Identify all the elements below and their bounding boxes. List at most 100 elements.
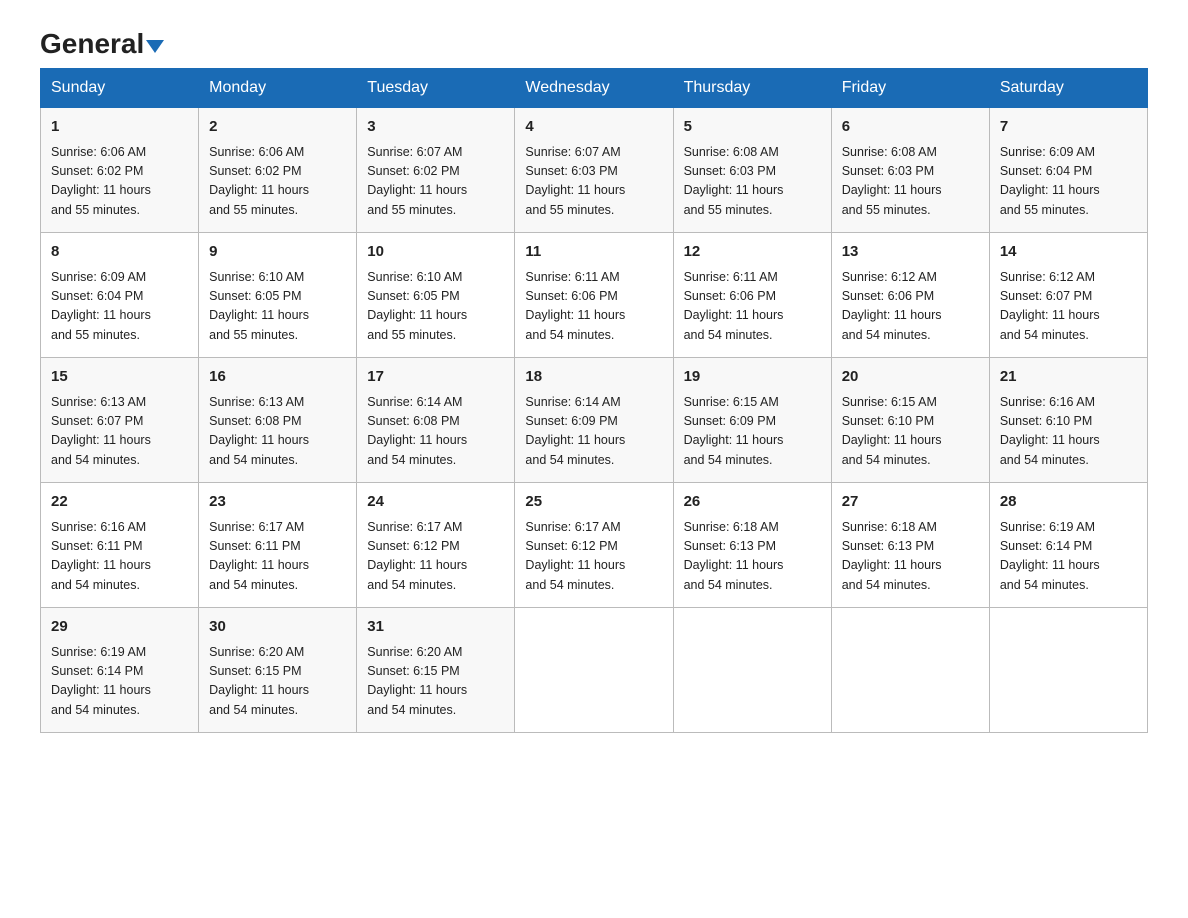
day-info: Sunrise: 6:17 AM Sunset: 6:11 PM Dayligh…	[209, 518, 346, 596]
day-info: Sunrise: 6:13 AM Sunset: 6:07 PM Dayligh…	[51, 393, 188, 471]
calendar-cell	[673, 608, 831, 733]
day-info: Sunrise: 6:07 AM Sunset: 6:03 PM Dayligh…	[525, 143, 662, 221]
day-info: Sunrise: 6:15 AM Sunset: 6:09 PM Dayligh…	[684, 393, 821, 471]
day-number: 23	[209, 491, 346, 514]
day-info: Sunrise: 6:14 AM Sunset: 6:08 PM Dayligh…	[367, 393, 504, 471]
day-number: 17	[367, 366, 504, 389]
day-number: 4	[525, 116, 662, 139]
day-info: Sunrise: 6:08 AM Sunset: 6:03 PM Dayligh…	[684, 143, 821, 221]
day-info: Sunrise: 6:17 AM Sunset: 6:12 PM Dayligh…	[525, 518, 662, 596]
day-number: 3	[367, 116, 504, 139]
day-info: Sunrise: 6:09 AM Sunset: 6:04 PM Dayligh…	[51, 268, 188, 346]
day-info: Sunrise: 6:18 AM Sunset: 6:13 PM Dayligh…	[684, 518, 821, 596]
day-info: Sunrise: 6:07 AM Sunset: 6:02 PM Dayligh…	[367, 143, 504, 221]
day-info: Sunrise: 6:10 AM Sunset: 6:05 PM Dayligh…	[367, 268, 504, 346]
day-info: Sunrise: 6:19 AM Sunset: 6:14 PM Dayligh…	[51, 643, 188, 721]
logo-general: General	[40, 30, 144, 58]
day-info: Sunrise: 6:11 AM Sunset: 6:06 PM Dayligh…	[525, 268, 662, 346]
day-number: 11	[525, 241, 662, 264]
day-info: Sunrise: 6:11 AM Sunset: 6:06 PM Dayligh…	[684, 268, 821, 346]
calendar-cell: 4 Sunrise: 6:07 AM Sunset: 6:03 PM Dayli…	[515, 108, 673, 233]
column-header-saturday: Saturday	[989, 69, 1147, 108]
calendar-cell: 31 Sunrise: 6:20 AM Sunset: 6:15 PM Dayl…	[357, 608, 515, 733]
calendar-cell: 19 Sunrise: 6:15 AM Sunset: 6:09 PM Dayl…	[673, 358, 831, 483]
calendar-cell: 11 Sunrise: 6:11 AM Sunset: 6:06 PM Dayl…	[515, 233, 673, 358]
day-number: 19	[684, 366, 821, 389]
calendar-cell: 26 Sunrise: 6:18 AM Sunset: 6:13 PM Dayl…	[673, 483, 831, 608]
calendar-cell: 12 Sunrise: 6:11 AM Sunset: 6:06 PM Dayl…	[673, 233, 831, 358]
calendar-cell: 28 Sunrise: 6:19 AM Sunset: 6:14 PM Dayl…	[989, 483, 1147, 608]
calendar-cell: 7 Sunrise: 6:09 AM Sunset: 6:04 PM Dayli…	[989, 108, 1147, 233]
day-number: 12	[684, 241, 821, 264]
calendar-week-row: 15 Sunrise: 6:13 AM Sunset: 6:07 PM Dayl…	[41, 358, 1148, 483]
day-number: 29	[51, 616, 188, 639]
day-number: 31	[367, 616, 504, 639]
column-header-thursday: Thursday	[673, 69, 831, 108]
calendar-week-row: 1 Sunrise: 6:06 AM Sunset: 6:02 PM Dayli…	[41, 108, 1148, 233]
calendar-cell: 10 Sunrise: 6:10 AM Sunset: 6:05 PM Dayl…	[357, 233, 515, 358]
logo-triangle-icon	[146, 40, 164, 53]
day-number: 9	[209, 241, 346, 264]
day-info: Sunrise: 6:06 AM Sunset: 6:02 PM Dayligh…	[51, 143, 188, 221]
calendar-cell: 24 Sunrise: 6:17 AM Sunset: 6:12 PM Dayl…	[357, 483, 515, 608]
calendar-week-row: 8 Sunrise: 6:09 AM Sunset: 6:04 PM Dayli…	[41, 233, 1148, 358]
day-number: 14	[1000, 241, 1137, 264]
calendar-cell: 8 Sunrise: 6:09 AM Sunset: 6:04 PM Dayli…	[41, 233, 199, 358]
day-info: Sunrise: 6:20 AM Sunset: 6:15 PM Dayligh…	[367, 643, 504, 721]
day-number: 28	[1000, 491, 1137, 514]
day-info: Sunrise: 6:14 AM Sunset: 6:09 PM Dayligh…	[525, 393, 662, 471]
day-number: 16	[209, 366, 346, 389]
calendar-cell: 25 Sunrise: 6:17 AM Sunset: 6:12 PM Dayl…	[515, 483, 673, 608]
day-number: 20	[842, 366, 979, 389]
calendar-cell: 22 Sunrise: 6:16 AM Sunset: 6:11 PM Dayl…	[41, 483, 199, 608]
calendar-cell: 27 Sunrise: 6:18 AM Sunset: 6:13 PM Dayl…	[831, 483, 989, 608]
day-number: 10	[367, 241, 504, 264]
calendar-cell: 6 Sunrise: 6:08 AM Sunset: 6:03 PM Dayli…	[831, 108, 989, 233]
calendar-cell	[515, 608, 673, 733]
day-info: Sunrise: 6:09 AM Sunset: 6:04 PM Dayligh…	[1000, 143, 1137, 221]
day-info: Sunrise: 6:16 AM Sunset: 6:11 PM Dayligh…	[51, 518, 188, 596]
day-number: 30	[209, 616, 346, 639]
calendar-cell: 17 Sunrise: 6:14 AM Sunset: 6:08 PM Dayl…	[357, 358, 515, 483]
calendar-cell: 23 Sunrise: 6:17 AM Sunset: 6:11 PM Dayl…	[199, 483, 357, 608]
day-number: 25	[525, 491, 662, 514]
calendar-cell: 14 Sunrise: 6:12 AM Sunset: 6:07 PM Dayl…	[989, 233, 1147, 358]
column-header-tuesday: Tuesday	[357, 69, 515, 108]
column-header-wednesday: Wednesday	[515, 69, 673, 108]
day-info: Sunrise: 6:17 AM Sunset: 6:12 PM Dayligh…	[367, 518, 504, 596]
calendar-cell: 20 Sunrise: 6:15 AM Sunset: 6:10 PM Dayl…	[831, 358, 989, 483]
day-number: 1	[51, 116, 188, 139]
calendar-week-row: 22 Sunrise: 6:16 AM Sunset: 6:11 PM Dayl…	[41, 483, 1148, 608]
calendar-cell: 29 Sunrise: 6:19 AM Sunset: 6:14 PM Dayl…	[41, 608, 199, 733]
logo: General	[40, 30, 166, 48]
day-info: Sunrise: 6:12 AM Sunset: 6:07 PM Dayligh…	[1000, 268, 1137, 346]
day-number: 22	[51, 491, 188, 514]
calendar-cell: 21 Sunrise: 6:16 AM Sunset: 6:10 PM Dayl…	[989, 358, 1147, 483]
day-number: 7	[1000, 116, 1137, 139]
calendar-cell: 2 Sunrise: 6:06 AM Sunset: 6:02 PM Dayli…	[199, 108, 357, 233]
day-info: Sunrise: 6:18 AM Sunset: 6:13 PM Dayligh…	[842, 518, 979, 596]
day-info: Sunrise: 6:08 AM Sunset: 6:03 PM Dayligh…	[842, 143, 979, 221]
day-number: 15	[51, 366, 188, 389]
calendar-cell: 18 Sunrise: 6:14 AM Sunset: 6:09 PM Dayl…	[515, 358, 673, 483]
day-number: 26	[684, 491, 821, 514]
day-info: Sunrise: 6:19 AM Sunset: 6:14 PM Dayligh…	[1000, 518, 1137, 596]
calendar-cell: 1 Sunrise: 6:06 AM Sunset: 6:02 PM Dayli…	[41, 108, 199, 233]
calendar-week-row: 29 Sunrise: 6:19 AM Sunset: 6:14 PM Dayl…	[41, 608, 1148, 733]
calendar-cell: 16 Sunrise: 6:13 AM Sunset: 6:08 PM Dayl…	[199, 358, 357, 483]
day-number: 18	[525, 366, 662, 389]
day-info: Sunrise: 6:06 AM Sunset: 6:02 PM Dayligh…	[209, 143, 346, 221]
calendar-cell: 9 Sunrise: 6:10 AM Sunset: 6:05 PM Dayli…	[199, 233, 357, 358]
column-header-friday: Friday	[831, 69, 989, 108]
day-number: 27	[842, 491, 979, 514]
day-info: Sunrise: 6:20 AM Sunset: 6:15 PM Dayligh…	[209, 643, 346, 721]
calendar-cell: 5 Sunrise: 6:08 AM Sunset: 6:03 PM Dayli…	[673, 108, 831, 233]
day-number: 24	[367, 491, 504, 514]
day-number: 8	[51, 241, 188, 264]
day-number: 21	[1000, 366, 1137, 389]
day-info: Sunrise: 6:13 AM Sunset: 6:08 PM Dayligh…	[209, 393, 346, 471]
logo-text: General	[40, 30, 166, 58]
calendar-cell: 15 Sunrise: 6:13 AM Sunset: 6:07 PM Dayl…	[41, 358, 199, 483]
day-number: 6	[842, 116, 979, 139]
column-header-monday: Monday	[199, 69, 357, 108]
